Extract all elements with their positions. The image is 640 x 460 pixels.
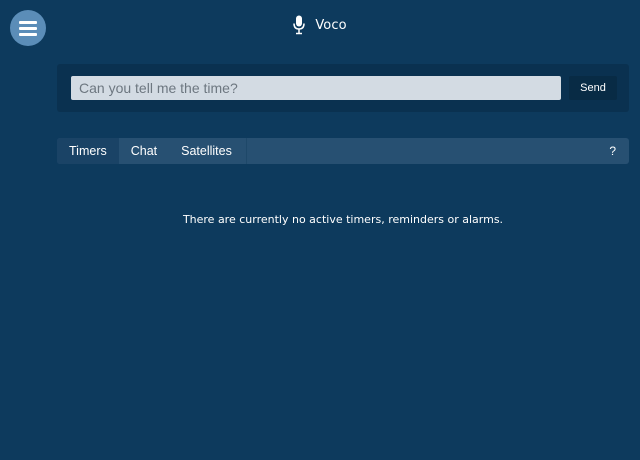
send-button[interactable]: Send — [569, 76, 617, 100]
app-title: Voco — [315, 17, 347, 33]
tab-bar: Timers Chat Satellites ? — [57, 138, 629, 164]
input-panel: Send — [57, 64, 629, 112]
tab-spacer — [247, 138, 596, 164]
tab-satellites[interactable]: Satellites — [169, 138, 244, 164]
tab-timers[interactable]: Timers — [57, 138, 119, 164]
chat-input[interactable] — [71, 76, 561, 100]
timers-empty-message: There are currently no active timers, re… — [182, 213, 504, 226]
microphone-icon — [293, 15, 306, 35]
tab-chat[interactable]: Chat — [119, 138, 169, 164]
app-header: Voco — [0, 14, 640, 36]
help-button[interactable]: ? — [596, 138, 629, 164]
